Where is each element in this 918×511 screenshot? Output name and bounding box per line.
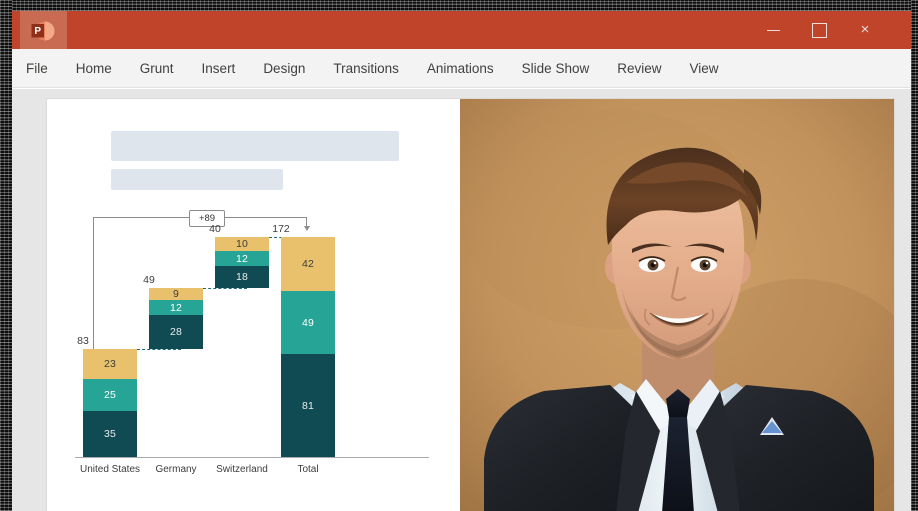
minimize-icon: [766, 29, 780, 31]
tab-transitions[interactable]: Transitions: [333, 49, 399, 88]
title-placeholder[interactable]: [111, 131, 399, 161]
connector-germany-switzerland: [203, 288, 247, 289]
segment-us-gold: 23: [83, 349, 137, 379]
segment-total-dark: 81: [281, 354, 335, 457]
total-label-switzerland: 40: [209, 223, 221, 235]
total-label-germany: 49: [143, 274, 155, 286]
segment-switzerland-teal: 12: [215, 251, 269, 266]
segment-total-gold: 42: [281, 237, 335, 291]
tab-home[interactable]: Home: [76, 49, 112, 88]
segment-switzerland-dark: 18: [215, 266, 269, 288]
bar-united-states[interactable]: 23 25 35: [83, 349, 137, 457]
app-icon-tile: P: [20, 11, 67, 49]
capture-border-top: [0, 0, 918, 11]
chart-baseline-axis: [75, 457, 429, 458]
connector-us-germany: [137, 349, 181, 350]
tab-grunt[interactable]: Grunt: [140, 49, 174, 88]
category-label-total: Total: [297, 464, 319, 475]
slide-canvas[interactable]: +89 83 23 25 35 49 9 12 28 40 10 12 18 1…: [46, 98, 895, 511]
segment-total-teal: 49: [281, 291, 335, 354]
callout-line-vertical-left: [93, 217, 95, 349]
slide-workspace: +89 83 23 25 35 49 9 12 28 40 10 12 18 1…: [12, 89, 911, 511]
portrait-photo[interactable]: [460, 99, 894, 511]
total-label-total: 172: [272, 223, 290, 235]
screenshot-root: P × File Home Grunt Insert Design Transi…: [0, 0, 918, 511]
maximize-icon: [811, 22, 827, 38]
callout-line-horizontal-left: [93, 217, 191, 219]
total-label-united-states: 83: [77, 335, 89, 347]
bar-germany[interactable]: 9 12 28: [149, 288, 203, 349]
bar-switzerland[interactable]: 10 12 18: [215, 237, 269, 288]
maximize-button[interactable]: [796, 11, 842, 49]
close-button[interactable]: ×: [842, 11, 888, 49]
segment-germany-dark: 28: [149, 315, 203, 349]
waterfall-chart[interactable]: +89 83 23 25 35 49 9 12 28 40 10 12 18 1…: [73, 209, 431, 499]
bar-total[interactable]: 42 49 81: [281, 237, 335, 457]
tab-design[interactable]: Design: [263, 49, 305, 88]
segment-germany-gold: 9: [149, 288, 203, 300]
ribbon-tab-bar: File Home Grunt Insert Design Transition…: [12, 49, 911, 88]
powerpoint-window: P × File Home Grunt Insert Design Transi…: [12, 11, 911, 511]
tab-review[interactable]: Review: [617, 49, 661, 88]
capture-border-right: [911, 0, 918, 511]
subtitle-placeholder[interactable]: [111, 169, 283, 190]
powerpoint-icon: P: [31, 21, 55, 41]
capture-border-left: [0, 0, 12, 511]
tab-view[interactable]: View: [689, 49, 718, 88]
portrait-photo-graphic: [460, 99, 894, 511]
segment-switzerland-gold: 10: [215, 237, 269, 251]
segment-germany-teal: 12: [149, 300, 203, 315]
tab-file[interactable]: File: [26, 49, 48, 88]
tab-insert[interactable]: Insert: [202, 49, 236, 88]
tab-slide-show[interactable]: Slide Show: [522, 49, 590, 88]
svg-text:P: P: [34, 26, 41, 37]
segment-us-teal: 25: [83, 379, 137, 411]
tab-animations[interactable]: Animations: [427, 49, 494, 88]
callout-line-horizontal-right: [222, 217, 307, 219]
title-bar: P ×: [12, 11, 911, 49]
minimize-button[interactable]: [750, 11, 796, 49]
close-icon: ×: [860, 21, 870, 38]
segment-us-dark: 35: [83, 411, 137, 457]
